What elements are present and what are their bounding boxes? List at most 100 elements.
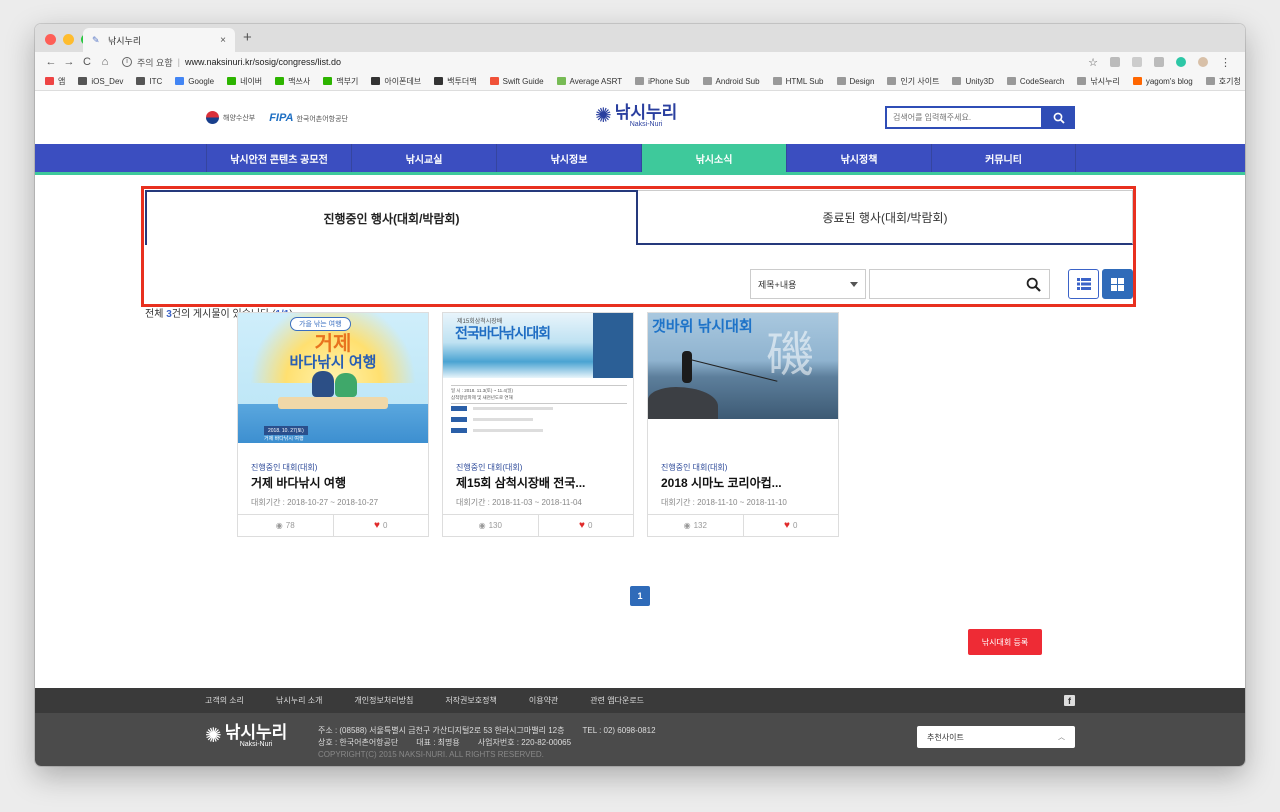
extension-icon[interactable] <box>1176 57 1186 67</box>
home-icon[interactable]: ⌂ <box>96 56 114 68</box>
bookmark-item[interactable]: Android Sub <box>702 77 760 86</box>
footer-link-voice[interactable]: 고객의 소리 <box>205 695 244 706</box>
ceo: 대표 : 최명용 <box>416 738 460 747</box>
address-bar[interactable]: i 주의 요함 | www.naksinuri.kr/sosig/congres… <box>122 56 1088 69</box>
footer-link-apps[interactable]: 관련 앱다운로드 <box>590 695 644 706</box>
nav-policy[interactable]: 낚시정책 <box>786 144 931 172</box>
nav-community[interactable]: 커뮤니티 <box>931 144 1076 172</box>
bookmark-label: 앱 <box>58 76 66 86</box>
view-count-value: 132 <box>693 521 707 530</box>
bookmark-item[interactable]: ITC <box>136 77 162 86</box>
bookmark-label: 인기 사이트 <box>900 76 940 86</box>
nav-news[interactable]: 낚시소식 <box>641 144 786 172</box>
event-card[interactable]: 갯바위 낚시대회 磯 진행중인 대회(대회) 2018 시마노 코리아컵... … <box>647 312 839 537</box>
facebook-icon[interactable]: f <box>1064 695 1075 706</box>
footer-link-terms[interactable]: 이용약관 <box>529 695 558 706</box>
view-count: ◉ 78 <box>238 515 333 536</box>
bookmark-item[interactable]: 네이버 <box>227 76 262 87</box>
event-poster-image[interactable]: 갯바위 낚시대회 磯 <box>648 313 838 443</box>
bookmark-item[interactable]: 백투더맥 <box>434 76 477 87</box>
view-count: ◉ 130 <box>443 515 538 536</box>
gov-name[interactable]: 해양수산부 <box>223 113 255 123</box>
bookmark-item[interactable]: 아이폰데브 <box>371 76 421 87</box>
footer-link-copyright[interactable]: 저작권보호정책 <box>445 695 497 706</box>
bookmark-item[interactable]: HTML Sub <box>772 77 824 86</box>
site-logo[interactable]: ✺ 낚시누리 Naksi-Nuri <box>595 103 677 128</box>
event-poster-image[interactable]: 가을 낚는 여행 거제 바다낚시 여행 2018. 10. 27(토) 거제 바… <box>238 313 428 443</box>
card-title[interactable]: 거제 바다낚시 여행 <box>251 474 415 491</box>
bookmark-item[interactable]: CodeSearch <box>1006 76 1065 86</box>
folder-icon <box>702 77 712 85</box>
extension-icon[interactable] <box>1110 57 1120 67</box>
keyword-input[interactable] <box>869 269 1050 299</box>
bookmark-item[interactable]: yagom's blog <box>1132 77 1193 86</box>
like-count[interactable]: ♥ 0 <box>332 515 429 536</box>
bookmark-label: CodeSearch <box>1019 76 1065 86</box>
forward-icon[interactable]: → <box>60 56 78 68</box>
bookmark-item[interactable]: iOS_Dev <box>78 77 123 86</box>
footer-link-privacy[interactable]: 개인정보처리방침 <box>354 695 413 706</box>
info-icon[interactable]: i <box>122 57 132 67</box>
menu-dots-icon[interactable]: ⋮ <box>1220 56 1231 69</box>
bookmark-item[interactable]: 앱 <box>45 76 65 87</box>
tab-ongoing-events[interactable]: 진행중인 행사(대회/박람회) <box>145 190 638 245</box>
address: 주소 : (08588) 서울특별시 금천구 가산디지털2로 53 한라시그마밸… <box>318 726 565 735</box>
nav-class[interactable]: 낚시교실 <box>351 144 496 172</box>
card-title[interactable]: 제15회 삼척시장배 전국... <box>456 474 620 491</box>
search-type-select[interactable]: 제목+내용 <box>750 269 866 299</box>
search-button[interactable] <box>1043 106 1075 129</box>
view-count-value: 78 <box>285 521 295 530</box>
bookmark-icon <box>323 77 333 85</box>
nav-info[interactable]: 낚시정보 <box>496 144 641 172</box>
register-event-button[interactable]: 낚시대회 등록 <box>968 629 1042 655</box>
browser-toolbar: ← → C ⌂ i 주의 요함 | www.naksinuri.kr/sosig… <box>35 52 1245 72</box>
back-icon[interactable]: ← <box>42 56 60 68</box>
search-input[interactable] <box>885 106 1043 129</box>
tab-ended-events[interactable]: 종료된 행사(대회/박람회) <box>638 190 1133 245</box>
card-title[interactable]: 2018 시마노 코리아컵... <box>661 474 825 491</box>
bookmark-item[interactable]: 낚시누리 <box>1077 76 1120 87</box>
business-number: 사업자번호 : 220-82-00065 <box>477 738 572 747</box>
bookmark-item[interactable]: Swift Guide <box>489 77 544 86</box>
poster-date: 2018. 10. 27(토) <box>264 426 308 435</box>
new-tab-button[interactable]: + <box>243 29 252 46</box>
footer-link-about[interactable]: 낚시누리 소개 <box>276 695 322 706</box>
profile-avatar-icon[interactable] <box>1198 57 1208 67</box>
heart-icon[interactable]: ♥ <box>784 520 790 531</box>
bookmark-label: 아이폰데브 <box>384 76 422 86</box>
related-sites-select[interactable]: 추천사이트 ︿ <box>917 726 1075 748</box>
bookmark-star-icon[interactable]: ☆ <box>1088 56 1098 69</box>
extension-icon[interactable] <box>1154 57 1164 67</box>
event-card[interactable]: 제15회삼척시장배 전국바다낚시대회 일 시 : 2018. 11.3(토) ~… <box>442 312 634 537</box>
bookmark-item[interactable]: Design <box>836 77 874 86</box>
like-count[interactable]: ♥ 0 <box>537 515 634 536</box>
event-card[interactable]: 가을 낚는 여행 거제 바다낚시 여행 2018. 10. 27(토) 거제 바… <box>237 312 429 537</box>
tab-close-icon[interactable]: × <box>220 35 226 46</box>
bookmark-item[interactable]: 맥쓰사 <box>275 76 310 87</box>
like-count-value: 0 <box>382 521 388 530</box>
heart-icon[interactable]: ♥ <box>579 520 585 531</box>
nav-contest[interactable]: 낚시안전 콘텐츠 공모전 <box>206 144 351 172</box>
list-view-button[interactable] <box>1068 269 1099 299</box>
bookmark-item[interactable]: Google <box>175 77 214 86</box>
event-poster-image[interactable]: 제15회삼척시장배 전국바다낚시대회 일 시 : 2018. 11.3(토) ~… <box>443 313 633 443</box>
url-text[interactable]: www.naksinuri.kr/sosig/congress/list.do <box>185 57 341 67</box>
poster-subline: 삼척항방파제 및 새천년도로 연해 <box>451 395 627 404</box>
bookmark-item[interactable]: 인기 사이트 <box>887 76 939 87</box>
page-1-button[interactable]: 1 <box>630 586 650 606</box>
bookmark-item[interactable]: 맥부기 <box>323 76 358 87</box>
heart-icon[interactable]: ♥ <box>374 520 380 531</box>
bookmark-item[interactable]: Unity3D <box>952 77 994 86</box>
fipa-logo[interactable]: FIPA 한국어촌어항공단 <box>269 112 348 124</box>
close-window-button[interactable] <box>45 34 56 45</box>
like-count[interactable]: ♥ 0 <box>742 515 839 536</box>
browser-tab[interactable]: ✎ 낚시누리 × <box>83 28 235 52</box>
bookmark-item[interactable]: Average ASRT <box>556 77 622 86</box>
extension-icon[interactable] <box>1132 57 1142 67</box>
reload-icon[interactable]: C <box>78 56 96 68</box>
minimize-window-button[interactable] <box>63 34 74 45</box>
search-icon <box>1026 277 1041 292</box>
bookmark-item[interactable]: 호기청 <box>1205 76 1241 87</box>
grid-view-button[interactable] <box>1102 269 1133 299</box>
bookmark-item[interactable]: iPhone Sub <box>635 77 690 86</box>
